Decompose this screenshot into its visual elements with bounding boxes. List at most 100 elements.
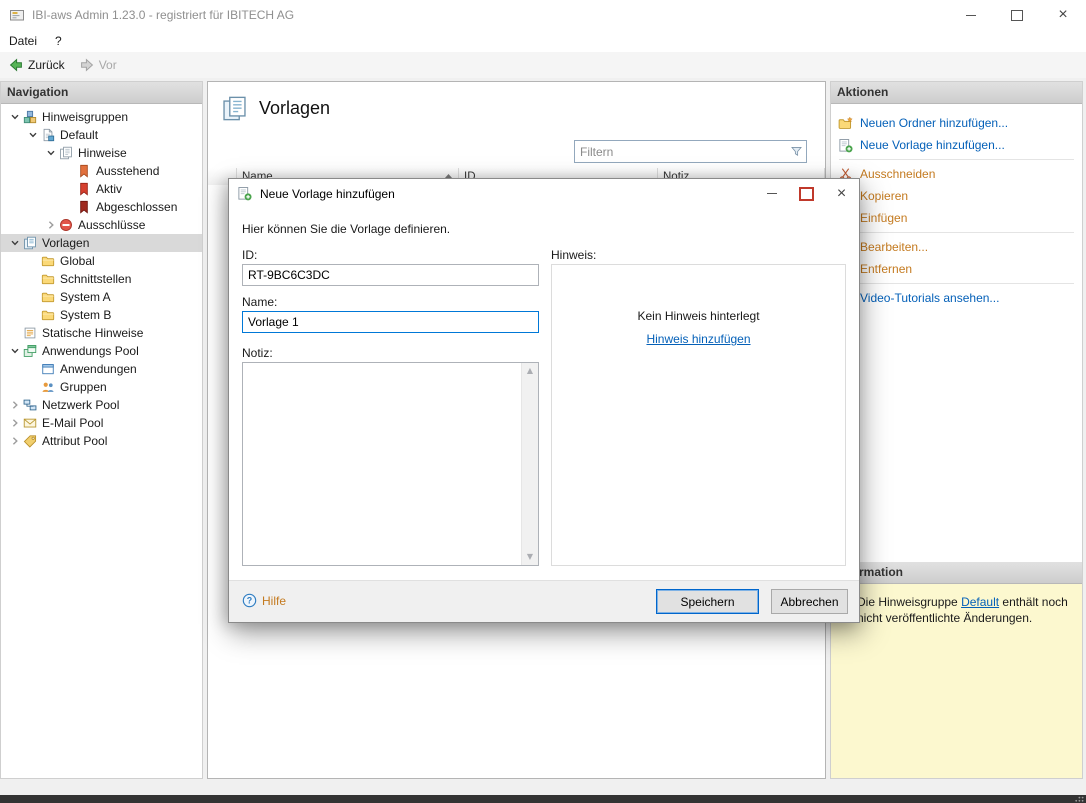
chevron-expanded-icon[interactable] <box>7 238 23 248</box>
tree-item-ausstehend[interactable]: Ausstehend <box>1 162 202 180</box>
chevron-expanded-icon[interactable] <box>43 148 59 158</box>
tree-item-attribut-pool[interactable]: Attribut Pool <box>1 432 202 450</box>
action-label: Entfernen <box>860 262 913 276</box>
tree-item-hinweise[interactable]: Hinweise <box>1 144 202 162</box>
hinweis-ausstehend-icon <box>77 164 95 178</box>
minimize-icon <box>966 14 976 16</box>
window-close-button[interactable]: × <box>1040 0 1086 30</box>
chevron-collapsed-icon[interactable] <box>7 400 23 410</box>
back-button[interactable]: Zurück <box>2 54 71 76</box>
filter-box <box>574 140 807 163</box>
tree-item-gruppen[interactable]: Gruppen <box>1 378 202 396</box>
help-icon: ? <box>242 593 257 608</box>
dialog-controls: × <box>754 179 859 208</box>
tree-item-label: Attribut Pool <box>42 434 108 448</box>
separator <box>839 283 1074 284</box>
menu-datei[interactable]: Datei <box>0 30 46 52</box>
tree-item-label: Anwendungen <box>60 362 137 376</box>
dialog-footer: ? Hilfe Speichern Abbrechen <box>229 580 859 622</box>
tree-item-label: Default <box>60 128 99 142</box>
notiz-input[interactable] <box>243 363 521 565</box>
vorlagen-page-icon <box>221 95 248 122</box>
anwendungen-icon <box>41 362 59 376</box>
tree-item-system-a[interactable]: System A <box>1 288 202 306</box>
tree-item-default[interactable]: Default <box>1 126 202 144</box>
tree-item-label: Ausschlüsse <box>78 218 146 232</box>
action-video-tutorials-ansehen[interactable]: Video-Tutorials ansehen... <box>831 287 1082 309</box>
cancel-button[interactable]: Abbrechen <box>771 589 848 614</box>
tree-item-e-mail-pool[interactable]: E-Mail Pool <box>1 414 202 432</box>
id-input[interactable] <box>242 264 539 286</box>
page-title: Vorlagen <box>259 98 331 118</box>
name-input[interactable] <box>242 311 539 333</box>
menu-help[interactable]: ? <box>46 30 71 52</box>
tree-item-statische-hinweise[interactable]: Statische Hinweise <box>1 324 202 342</box>
svg-text:?: ? <box>247 596 252 606</box>
dialog-maximize-button[interactable] <box>789 179 824 208</box>
tree-item-label: Anwendungs Pool <box>42 344 139 358</box>
actions-header: Aktionen <box>831 82 1082 104</box>
tree-item-label: Ausstehend <box>96 164 160 178</box>
tree-item-label: System A <box>60 290 111 304</box>
gruppen-icon <box>41 380 59 394</box>
default-group-link[interactable]: Default <box>961 595 999 609</box>
filter-icon[interactable] <box>786 145 806 158</box>
folder-icon <box>41 272 59 286</box>
resize-grip-icon[interactable] <box>1075 796 1084 802</box>
main-header: Vorlagen <box>221 95 330 122</box>
chevron-expanded-icon[interactable] <box>7 346 23 356</box>
tree-item-system-b[interactable]: System B <box>1 306 202 324</box>
dialog-close-button[interactable]: × <box>824 179 859 208</box>
action-bearbeiten[interactable]: Bearbeiten... <box>831 236 1082 258</box>
dialog-minimize-button[interactable] <box>754 179 789 208</box>
tree-item-hinweisgruppen[interactable]: Hinweisgruppen <box>1 108 202 126</box>
tree-item-vorlagen[interactable]: Vorlagen <box>1 234 202 252</box>
tree-item-global[interactable]: Global <box>1 252 202 270</box>
action-label: Neuen Ordner hinzufügen... <box>860 116 1009 130</box>
tree-item-netzwerk-pool[interactable]: Netzwerk Pool <box>1 396 202 414</box>
separator <box>839 232 1074 233</box>
dialog-description: Hier können Sie die Vorlage definieren. <box>242 222 451 236</box>
action-einfuegen[interactable]: Einfügen <box>831 207 1082 229</box>
back-label: Zurück <box>28 58 65 72</box>
filter-input[interactable] <box>575 144 786 159</box>
tree-item-label: System B <box>60 308 112 322</box>
chevron-expanded-icon[interactable] <box>25 130 41 140</box>
scroll-up-icon[interactable]: ▲ <box>527 363 533 379</box>
window-minimize-button[interactable] <box>948 0 994 30</box>
tree-item-schnittstellen[interactable]: Schnittstellen <box>1 270 202 288</box>
chevron-expanded-icon[interactable] <box>7 112 23 122</box>
notiz-label: Notiz: <box>242 346 273 360</box>
save-button[interactable]: Speichern <box>656 589 759 614</box>
chevron-collapsed-icon[interactable] <box>7 436 23 446</box>
forward-label: Vor <box>98 58 117 72</box>
name-label: Name: <box>242 295 278 309</box>
chevron-collapsed-icon[interactable] <box>7 418 23 428</box>
tree-item-label: Aktiv <box>96 182 123 196</box>
hinweisgruppen-icon <box>23 110 41 124</box>
action-neue-vorlage-hinzufuegen[interactable]: Neue Vorlage hinzufügen... <box>831 134 1082 156</box>
hinweis-panel: Kein Hinweis hinterlegt Hinweis hinzufüg… <box>551 264 846 566</box>
action-kopieren[interactable]: Kopieren <box>831 185 1082 207</box>
tree-item-aktiv[interactable]: Aktiv <box>1 180 202 198</box>
dialog-titlebar: Neue Vorlage hinzufügen × <box>229 179 859 208</box>
new-template-dialog: Neue Vorlage hinzufügen × Hier können Si… <box>228 178 860 623</box>
action-neuen-ordner-hinzufuegen[interactable]: Neuen Ordner hinzufügen... <box>831 112 1082 134</box>
action-entfernen[interactable]: Entfernen <box>831 258 1082 280</box>
tree-item-label: Vorlagen <box>42 236 90 250</box>
window-maximize-button[interactable] <box>994 0 1040 30</box>
tree-item-label: Schnittstellen <box>60 272 132 286</box>
tree-item-anwendungs-pool[interactable]: Anwendungs Pool <box>1 342 202 360</box>
tree-item-ausschluesse[interactable]: Ausschlüsse <box>1 216 202 234</box>
tree-item-abgeschlossen[interactable]: Abgeschlossen <box>1 198 202 216</box>
hinweis-empty-text: Kein Hinweis hinterlegt <box>637 309 760 323</box>
tree-item-anwendungen[interactable]: Anwendungen <box>1 360 202 378</box>
back-arrow-icon <box>8 57 24 73</box>
hinweis-add-link[interactable]: Hinweis hinzufügen <box>646 332 750 346</box>
action-ausschneiden[interactable]: Ausschneiden <box>831 163 1082 185</box>
new-template-icon <box>838 138 855 153</box>
chevron-collapsed-icon[interactable] <box>43 220 59 230</box>
notiz-scrollbar[interactable]: ▲ ▼ <box>521 363 538 565</box>
help-link[interactable]: ? Hilfe <box>242 593 286 608</box>
scroll-down-icon[interactable]: ▼ <box>527 549 533 565</box>
